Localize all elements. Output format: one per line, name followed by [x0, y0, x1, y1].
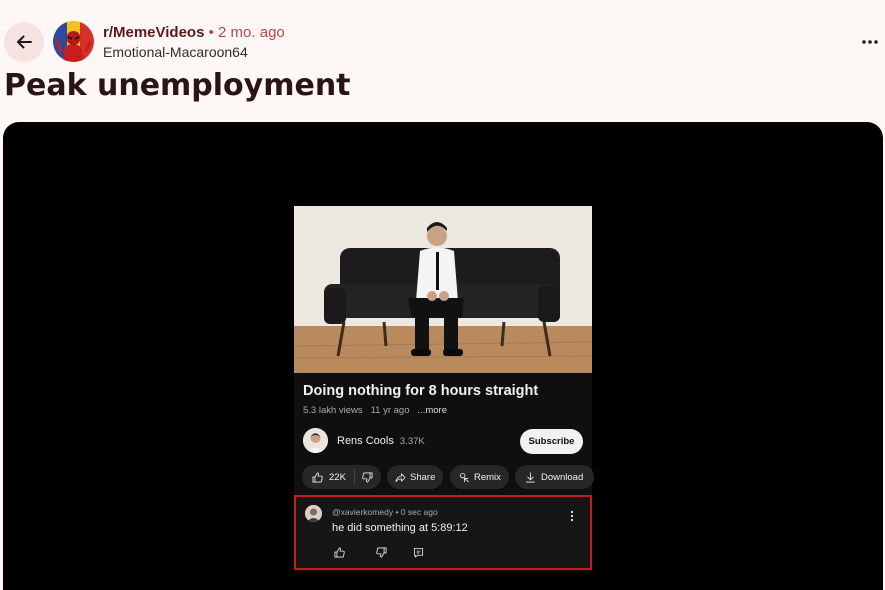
- youtube-screenshot: Doing nothing for 8 hours straight 5.3 l…: [294, 206, 594, 572]
- video-age: 11 yr ago: [370, 405, 410, 416]
- download-icon: [525, 472, 536, 482]
- download-button: Download: [515, 465, 594, 489]
- post-title: Peak unemployment: [4, 68, 351, 103]
- comment-menu-button: [566, 509, 578, 523]
- remix-button: Remix: [450, 465, 509, 489]
- meta-separator: •: [208, 24, 214, 41]
- comment-handle: @xavierkomedy: [332, 507, 394, 517]
- post-media[interactable]: Doing nothing for 8 hours straight 5.3 l…: [3, 122, 883, 590]
- thumbs-up-icon: [334, 547, 345, 557]
- reply-icon: [413, 547, 423, 557]
- dislike-button: [355, 472, 373, 483]
- highlighted-comment: @xavierkomedy • 0 sec ago he did somethi…: [294, 495, 592, 570]
- subreddit-link[interactable]: r/MemeVideos: [103, 24, 204, 41]
- more-horizontal-icon: [862, 40, 878, 44]
- video-thumbnail: [294, 206, 592, 373]
- comment-like-button: [331, 545, 347, 559]
- share-icon: [395, 472, 406, 482]
- more-vertical-icon: [570, 510, 574, 522]
- comment-text: he did something at 5:89:12: [332, 522, 468, 534]
- like-button: 22K: [302, 469, 355, 485]
- arrow-left-icon: [17, 35, 32, 49]
- back-button[interactable]: [4, 22, 44, 62]
- commenter-avatar: [305, 505, 322, 522]
- channel-name: Rens Cools: [337, 435, 394, 447]
- share-label: Share: [410, 471, 436, 483]
- thumbs-down-icon: [362, 472, 373, 482]
- channel-subscribers: 3.37K: [399, 436, 425, 447]
- video-views: 5.3 lakh views: [303, 405, 363, 416]
- post-meta: r/MemeVideos • 2 mo. ago Emotional-Macar…: [103, 24, 285, 61]
- comment-reply-button: [410, 545, 426, 559]
- like-count: 22K: [329, 471, 346, 483]
- comment-dislike-button: [373, 545, 389, 559]
- download-label: Download: [541, 471, 584, 483]
- like-dislike-bar: 22K: [302, 465, 381, 489]
- subreddit-avatar[interactable]: [53, 21, 94, 62]
- remix-icon: [459, 472, 469, 482]
- share-button: Share: [387, 465, 443, 489]
- channel-avatar: [303, 428, 328, 453]
- subscribe-button: Subscribe: [520, 429, 583, 454]
- author-link[interactable]: Emotional-Macaroon64: [103, 44, 285, 61]
- video-title: Doing nothing for 8 hours straight: [303, 383, 539, 399]
- comment-meta: @xavierkomedy • 0 sec ago: [332, 507, 438, 517]
- thumbs-up-icon: [312, 472, 323, 482]
- thumbs-down-icon: [375, 547, 386, 557]
- channel-info: Rens Cools 3.37K: [337, 435, 425, 447]
- comment-separator: •: [395, 507, 399, 517]
- description-more-link: ...more: [417, 405, 447, 416]
- video-stats: 5.3 lakh views 11 yr ago ...more: [303, 405, 447, 416]
- more-options-button[interactable]: [855, 30, 885, 54]
- post-age: 2 mo. ago: [218, 24, 285, 41]
- superhero-avatar-image: [53, 21, 94, 62]
- comment-age: 0 sec ago: [400, 507, 438, 517]
- remix-label: Remix: [474, 471, 501, 483]
